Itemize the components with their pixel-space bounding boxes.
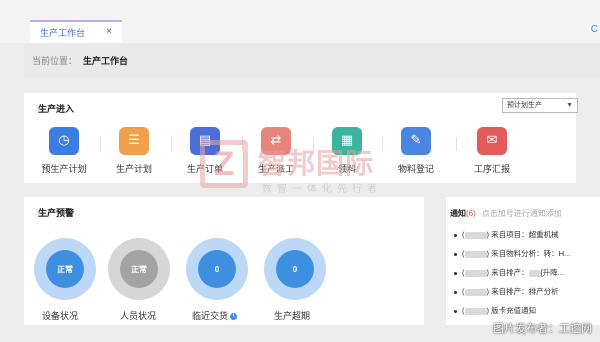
- chevron-down-icon: ▼: [566, 102, 573, 109]
- redacted-block: [464, 288, 487, 296]
- tab-label: 生产工作台: [40, 28, 86, 38]
- refresh-icon[interactable]: C: [591, 24, 598, 35]
- gauge-near-delivery-label-wrap: 临近交货 i: [192, 309, 238, 322]
- gauge-near-delivery-value: 0: [198, 250, 236, 288]
- plan-type-value: 预计划生产: [507, 102, 542, 109]
- divider: [100, 137, 101, 151]
- entry-label: 生产计划: [115, 164, 152, 174]
- divider: [456, 137, 457, 151]
- list-item[interactable]: () 来自项目：超重机械: [454, 229, 570, 248]
- redacted-block: [464, 269, 487, 277]
- production-entry-panel: 生产进入 预计划生产 ▼ ◷ 预生产计划 ☰ 生产计划 ▤ 生产订单 ⇄ 生产派工 ▦ 领料 ✎ 物料…: [24, 93, 578, 183]
- tab-production-workbench[interactable]: 生产工作台 ×: [30, 20, 122, 43]
- gauge-overdue-label: 生产超期: [274, 311, 311, 321]
- calendar-list-icon: ☰: [119, 127, 149, 155]
- entry-label: 生产订单: [186, 164, 223, 174]
- gauge-overdue-value: 0: [276, 250, 314, 288]
- entry-label: 预生产计划: [41, 164, 87, 174]
- material-pick-icon: ▦: [332, 127, 362, 155]
- entry-envelope[interactable]: ✉ 工序汇报: [462, 127, 522, 175]
- document-clock-icon: ◷: [49, 127, 79, 155]
- entry-edit-register[interactable]: ✎ 物料登记: [386, 127, 446, 175]
- redacted-block: [528, 269, 541, 277]
- image-credit: 图片发布者：工控网: [493, 323, 592, 335]
- gauge-personnel-label: 人员状况: [120, 311, 157, 321]
- list-item[interactable]: () 来自排产：排产分析: [454, 286, 570, 305]
- production-warning-panel: 生产预警 正常 设备状况 正常 人员状况 0 临近交货 i 0 生产超期: [24, 197, 424, 325]
- gauge-overdue[interactable]: 0: [264, 238, 326, 300]
- notices-count: (6): [466, 209, 476, 218]
- notices-panel: 通知(6) 点击加号进行通知添加 () 来自项目：超重机械 () 来自物料分析：转…: [446, 197, 600, 325]
- tab-bar: 生产工作台 × C: [0, 0, 600, 43]
- info-icon[interactable]: i: [230, 313, 238, 321]
- gauge-near-delivery-label: 临近交货: [192, 311, 229, 321]
- divider: [242, 137, 243, 151]
- list-item[interactable]: () 来自物料分析：转：H...: [454, 248, 570, 267]
- entry-label: 领料: [337, 164, 356, 174]
- gauge-equipment[interactable]: 正常: [34, 238, 96, 300]
- close-icon[interactable]: ×: [106, 26, 112, 37]
- breadcrumb-label: 当前位置：: [32, 56, 78, 66]
- notices-header: 通知(6) 点击加号进行通知添加: [450, 208, 562, 219]
- entry-calendar-list[interactable]: ☰ 生产计划: [104, 127, 164, 175]
- dispatch-icon: ⇄: [261, 127, 291, 155]
- divider: [382, 137, 383, 151]
- entry-label: 生产派工: [257, 164, 294, 174]
- gauge-equipment-label: 设备状况: [42, 311, 79, 321]
- plan-type-select[interactable]: 预计划生产 ▼: [502, 98, 578, 113]
- edit-register-icon: ✎: [401, 127, 431, 155]
- entry-label: 物料登记: [397, 164, 434, 174]
- divider: [313, 137, 314, 151]
- notices-title: 通知: [450, 209, 466, 218]
- entry-material-pick[interactable]: ▦ 领料: [317, 127, 377, 175]
- list-item[interactable]: () 来自排产： [升降...: [454, 267, 570, 286]
- envelope-icon: ✉: [477, 127, 507, 155]
- add-notice-hint[interactable]: 点击加号进行通知添加: [482, 209, 562, 218]
- redacted-block: [464, 250, 487, 258]
- redacted-block: [464, 231, 487, 239]
- gauge-near-delivery[interactable]: 0: [186, 238, 248, 300]
- gauge-personnel-value: 正常: [120, 250, 158, 288]
- gauge-equipment-value: 正常: [46, 250, 84, 288]
- entry-dispatch[interactable]: ⇄ 生产派工: [246, 127, 306, 175]
- notice-list: () 来自项目：超重机械 () 来自物料分析：转：H... () 来自排产： [升…: [454, 229, 570, 324]
- clipboard-icon: ▤: [190, 127, 220, 155]
- breadcrumb: 当前位置： 生产工作台: [24, 43, 600, 78]
- production-warning-title: 生产预警: [38, 208, 75, 218]
- entry-document-clock[interactable]: ◷ 预生产计划: [34, 127, 94, 175]
- redacted-block: [464, 307, 487, 315]
- entry-label: 工序汇报: [473, 164, 510, 174]
- production-entry-title: 生产进入: [38, 104, 75, 114]
- divider: [171, 137, 172, 151]
- gauge-personnel[interactable]: 正常: [108, 238, 170, 300]
- page-title: 生产工作台: [83, 56, 129, 66]
- entry-clipboard[interactable]: ▤ 生产订单: [175, 127, 235, 175]
